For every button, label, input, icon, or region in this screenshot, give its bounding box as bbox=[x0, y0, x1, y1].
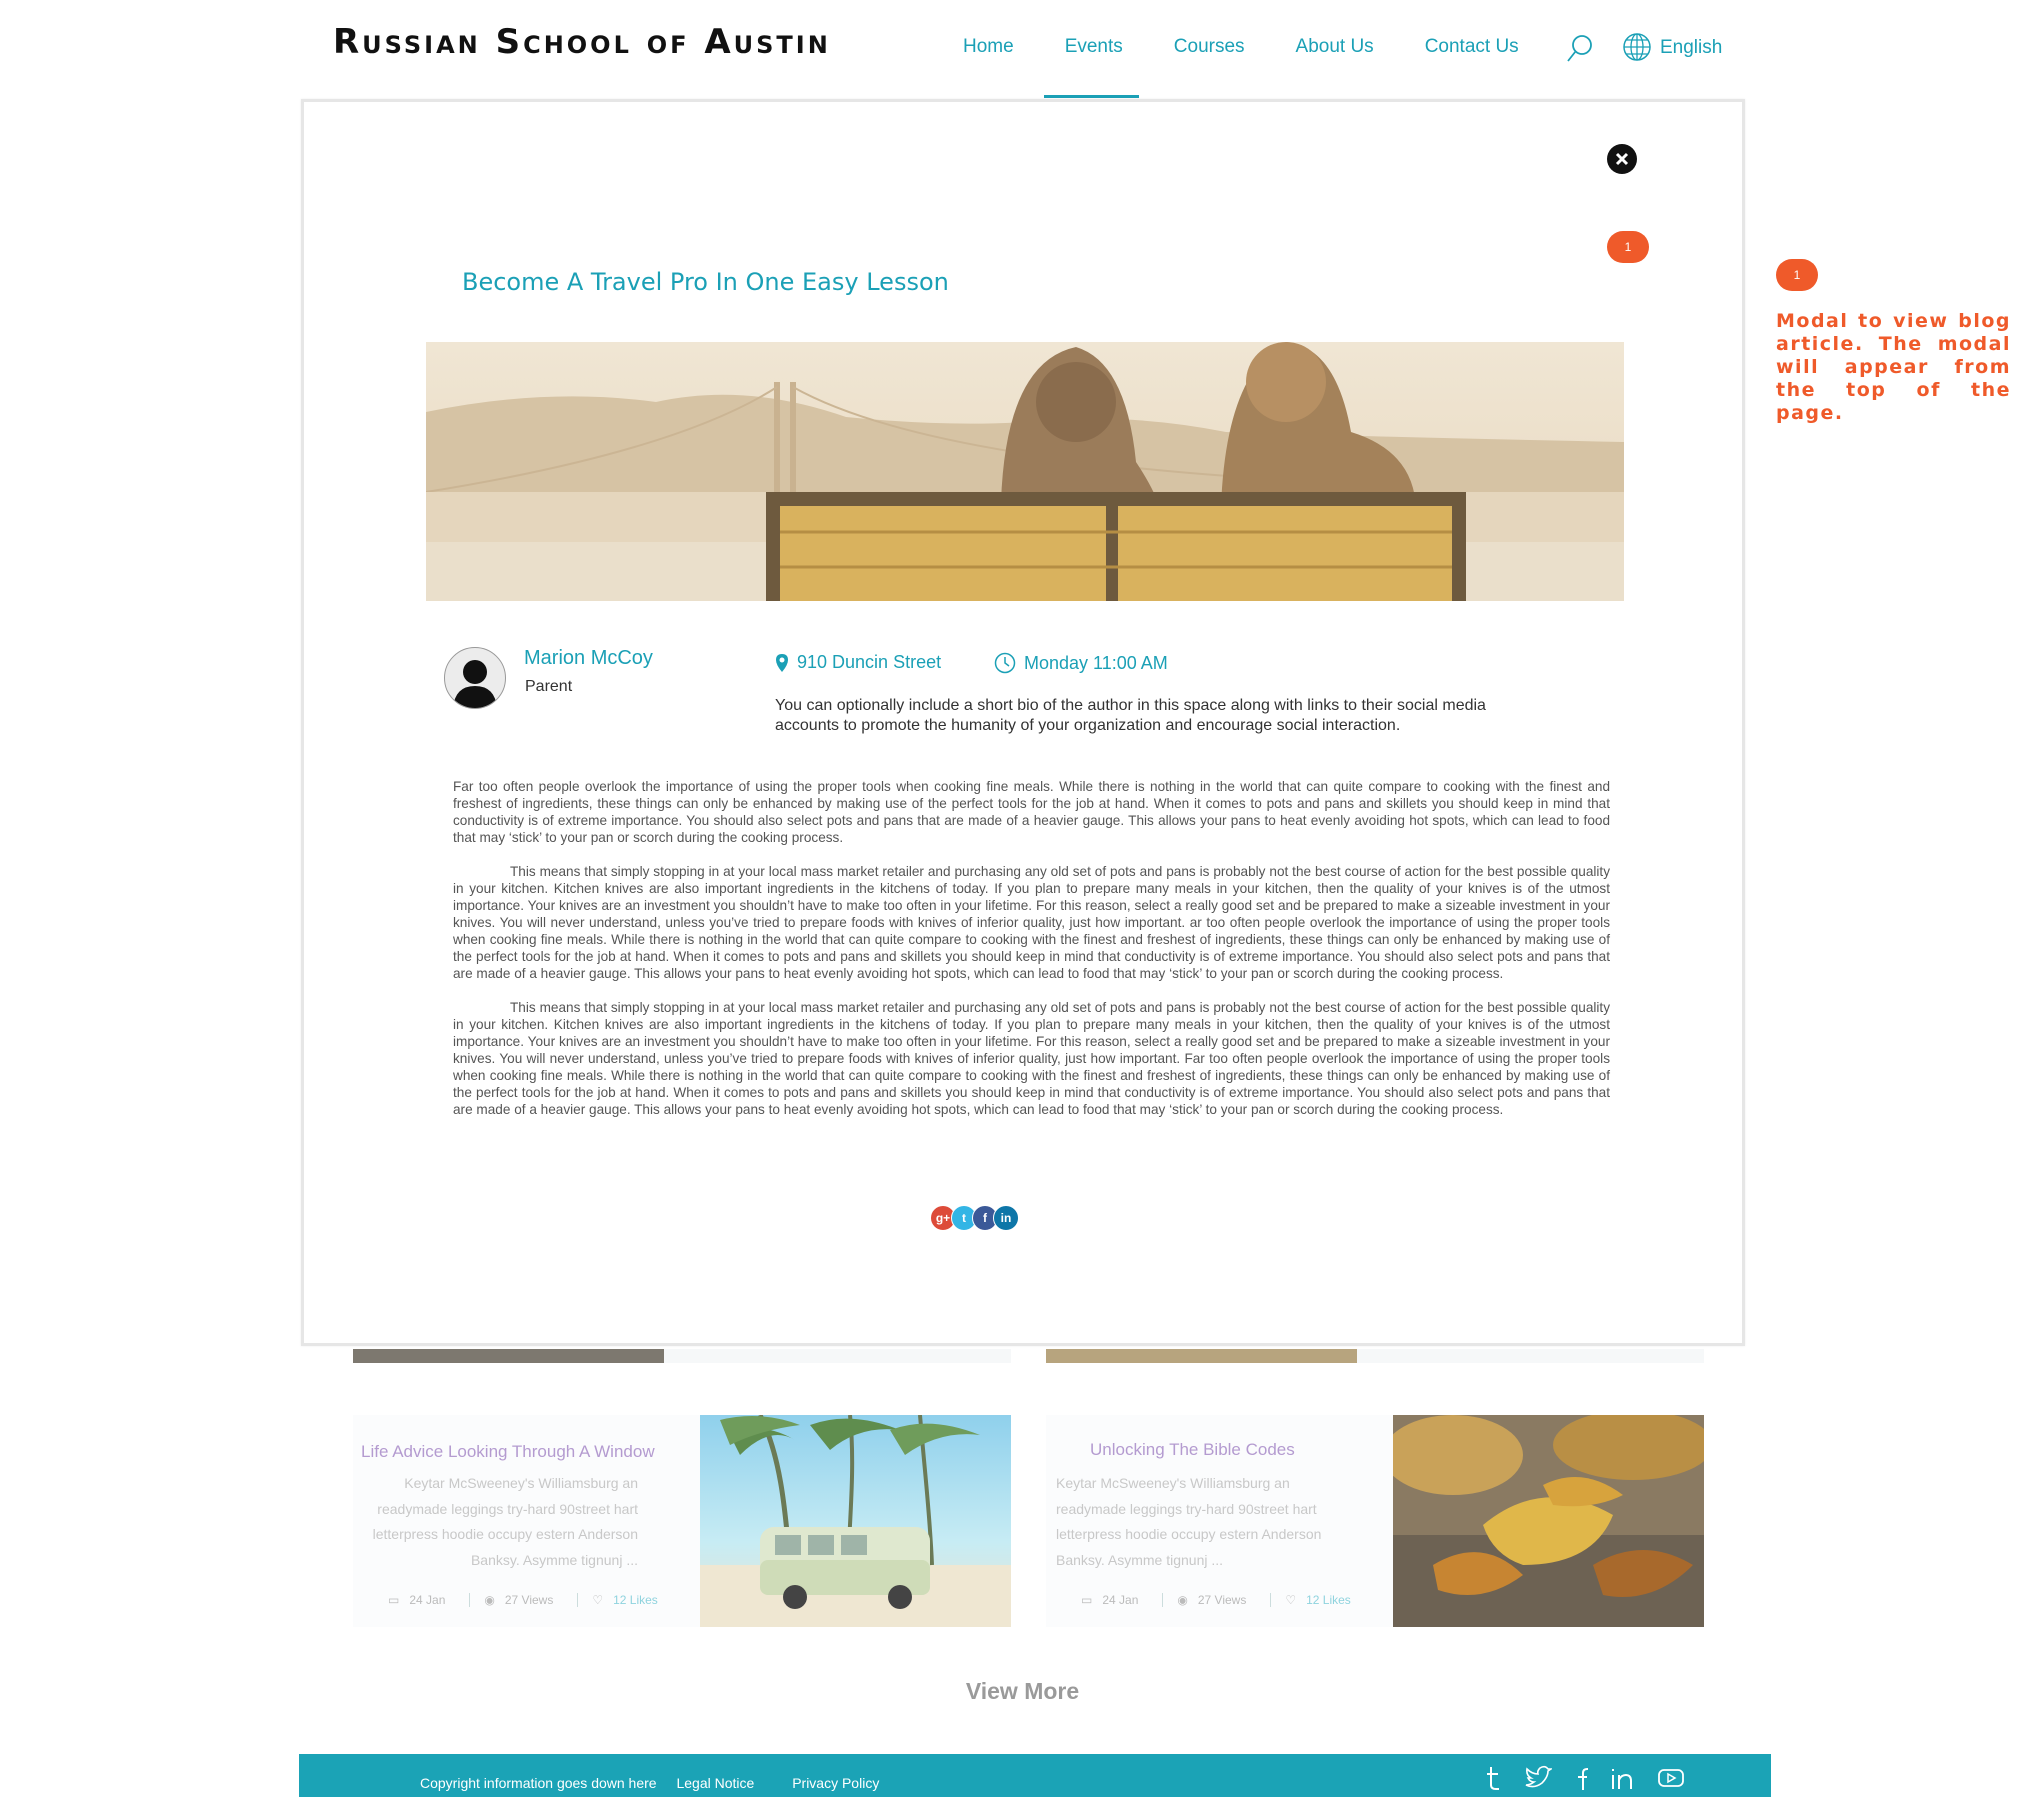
user-silhouette-icon bbox=[453, 660, 497, 708]
card-views: 27 Views bbox=[504, 1593, 554, 1607]
privacy-policy-link[interactable]: Privacy Policy bbox=[792, 1775, 879, 1791]
card-likes[interactable]: 12 Likes bbox=[1306, 1593, 1351, 1607]
nav-contact-us[interactable]: Contact Us bbox=[1425, 36, 1519, 98]
event-location: 910 Duncin Street bbox=[775, 652, 941, 673]
twitter-icon[interactable] bbox=[1524, 1765, 1552, 1791]
blog-card[interactable]: Life Advice Looking Through A Window Key… bbox=[353, 1415, 1011, 1627]
card-stub bbox=[1357, 1349, 1704, 1363]
clock-icon bbox=[994, 652, 1016, 674]
author-name[interactable]: Marion McCoy bbox=[524, 647, 653, 670]
annotation-note: Modal to view blog article. The modal wi… bbox=[1776, 310, 2011, 424]
card-image-stub bbox=[353, 1349, 664, 1363]
card-date: 24 Jan bbox=[409, 1593, 446, 1607]
view-more-button[interactable]: View More bbox=[0, 1678, 2028, 1705]
blog-card-excerpt: Keytar McSweeney's Williamsburg an ready… bbox=[372, 1475, 638, 1568]
copyright-text: Copyright information goes down here bbox=[420, 1775, 657, 1791]
close-modal-button[interactable] bbox=[1607, 144, 1637, 174]
article-hero-image bbox=[426, 342, 1624, 601]
annotation-badge: 1 bbox=[1607, 231, 1649, 263]
calendar-icon: ▭ bbox=[388, 1593, 400, 1607]
author-avatar bbox=[444, 647, 506, 709]
author-bio: You can optionally include a short bio o… bbox=[775, 697, 1486, 734]
card-likes[interactable]: 12 Likes bbox=[613, 1593, 658, 1607]
youtube-icon[interactable] bbox=[1657, 1765, 1685, 1791]
eye-icon: ◉ bbox=[484, 1593, 495, 1607]
blog-card-meta: ▭ 24 Jan ◉ 27 Views ♡ 12 Likes bbox=[388, 1593, 668, 1607]
location-text: 910 Duncin Street bbox=[797, 652, 942, 672]
article-paragraph: Far too often people overlook the import… bbox=[453, 779, 1610, 845]
nav-events[interactable]: Events bbox=[1043, 36, 1139, 98]
legal-notice-link[interactable]: Legal Notice bbox=[676, 1775, 754, 1791]
article-title: Become A Travel Pro In One Easy Lesson bbox=[462, 268, 949, 296]
language-selector[interactable]: English bbox=[1660, 37, 1722, 59]
share-buttons: g+ t f in bbox=[930, 1205, 1019, 1231]
tumblr-icon[interactable] bbox=[1483, 1765, 1503, 1791]
article-paragraph: This means that simply stopping in at yo… bbox=[453, 1000, 1610, 1117]
annotation-badge: 1 bbox=[1776, 259, 1818, 291]
footer-links: Copyright information goes down here Leg… bbox=[420, 1775, 895, 1791]
event-time: Monday 11:00 AM bbox=[994, 652, 1168, 674]
blog-card-title[interactable]: Unlocking The Bible Codes bbox=[1090, 1440, 1295, 1460]
linkedin-icon[interactable]: in bbox=[993, 1205, 1019, 1231]
heart-icon[interactable]: ♡ bbox=[592, 1593, 603, 1607]
calendar-icon: ▭ bbox=[1081, 1593, 1093, 1607]
nav-courses[interactable]: Courses bbox=[1174, 36, 1245, 98]
facebook-icon[interactable] bbox=[1573, 1765, 1589, 1791]
card-stub bbox=[664, 1349, 1011, 1363]
footer-social bbox=[1483, 1765, 1706, 1791]
heart-icon[interactable]: ♡ bbox=[1285, 1593, 1296, 1607]
card-image-stub bbox=[1046, 1349, 1357, 1363]
nav-about-us[interactable]: About Us bbox=[1296, 36, 1374, 98]
blog-article-modal: 1 Become A Travel Pro In One Easy Lesson bbox=[301, 99, 1745, 1346]
nav-home[interactable]: Home bbox=[963, 36, 1014, 98]
article-paragraph: This means that simply stopping in at yo… bbox=[453, 864, 1610, 981]
close-icon bbox=[1615, 152, 1629, 166]
globe-icon[interactable] bbox=[1622, 32, 1652, 62]
main-nav: Home Events Courses About Us Contact Us bbox=[963, 36, 1570, 98]
blog-card-meta: ▭ 24 Jan ◉ 27 Views ♡ 12 Likes bbox=[1081, 1593, 1361, 1607]
blog-card-title[interactable]: Life Advice Looking Through A Window bbox=[361, 1442, 655, 1462]
blog-card-excerpt: Keytar McSweeney's Williamsburg an ready… bbox=[1056, 1475, 1322, 1568]
card-views: 27 Views bbox=[1197, 1593, 1247, 1607]
blog-card-image[interactable] bbox=[700, 1415, 1011, 1627]
map-pin-icon bbox=[776, 653, 788, 672]
eye-icon: ◉ bbox=[1177, 1593, 1188, 1607]
blog-card[interactable]: Unlocking The Bible Codes Keytar McSween… bbox=[1046, 1415, 1704, 1627]
footer: Copyright information goes down here Leg… bbox=[299, 1754, 1771, 1797]
blog-card-image[interactable] bbox=[1393, 1415, 1704, 1627]
time-text: Monday 11:00 AM bbox=[1024, 652, 1168, 673]
author-role: Parent bbox=[525, 678, 573, 695]
article-body: Far too often people overlook the import… bbox=[453, 778, 1610, 1135]
linkedin-icon[interactable] bbox=[1610, 1765, 1636, 1791]
card-date: 24 Jan bbox=[1102, 1593, 1139, 1607]
search-icon[interactable] bbox=[1566, 34, 1594, 64]
site-logo[interactable]: Russian School of Austin bbox=[333, 22, 831, 62]
